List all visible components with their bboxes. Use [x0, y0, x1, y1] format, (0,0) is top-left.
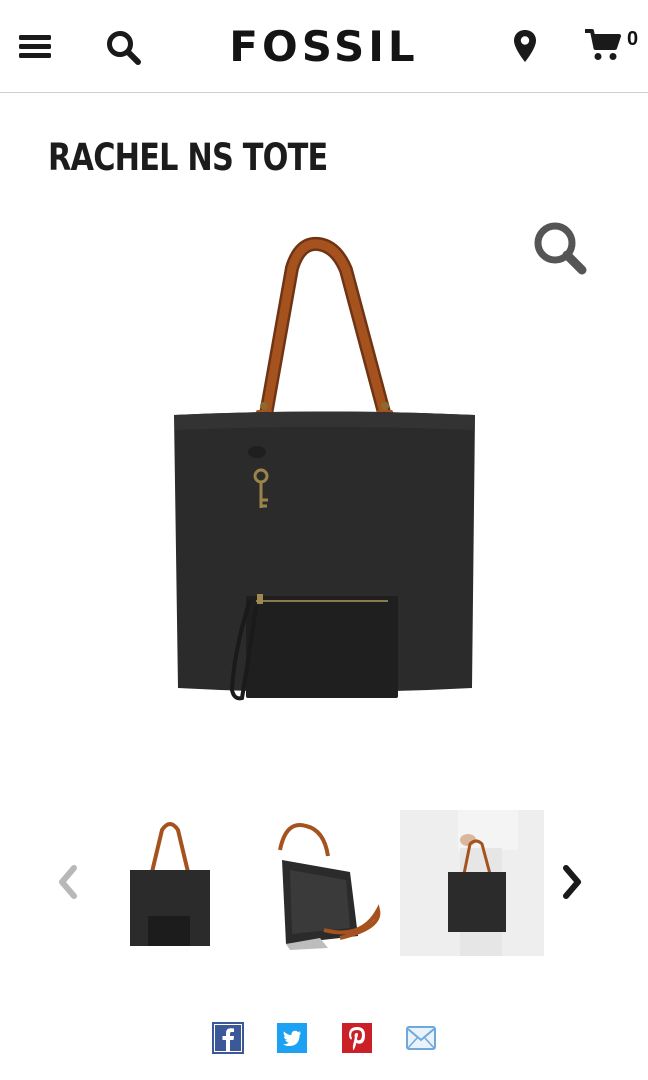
thumbnail-front-view[interactable]	[100, 810, 244, 956]
thumbnail-carousel	[0, 800, 648, 965]
hamburger-menu-icon	[19, 35, 51, 58]
chevron-left-icon	[59, 865, 77, 899]
product-title: RACHEL NS TOTE	[48, 136, 328, 179]
site-header: FOSSIL 0	[0, 0, 648, 93]
twitter-icon[interactable]	[276, 1022, 308, 1054]
menu-button[interactable]	[12, 24, 58, 68]
carousel-prev-button[interactable]	[48, 858, 88, 906]
zoom-magnifier-icon	[534, 222, 587, 275]
cart-button[interactable]: 0	[584, 26, 644, 66]
facebook-icon[interactable]	[212, 1022, 244, 1054]
social-share-bar	[0, 1018, 648, 1058]
chevron-right-icon	[563, 865, 581, 899]
search-button[interactable]	[100, 24, 148, 72]
thumbnail-interior-view[interactable]	[250, 810, 394, 956]
carousel-next-button[interactable]	[552, 858, 592, 906]
thumbnail-model-view[interactable]	[400, 810, 544, 956]
cart-count-badge: 0	[627, 28, 639, 50]
store-locator-button[interactable]	[506, 24, 544, 68]
shopping-cart-icon	[585, 29, 621, 60]
zoom-button[interactable]	[528, 216, 592, 280]
location-pin-icon	[514, 30, 536, 62]
fossil-logo[interactable]: FOSSIL	[214, 20, 434, 72]
email-icon[interactable]	[405, 1022, 437, 1054]
pinterest-icon[interactable]	[341, 1022, 373, 1054]
search-icon	[107, 31, 141, 65]
product-main-image[interactable]	[150, 220, 500, 740]
